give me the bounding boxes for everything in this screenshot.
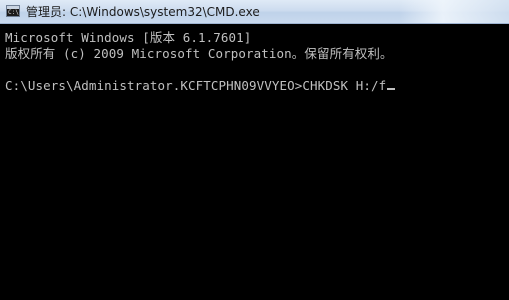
window-title: 管理员: C:\Windows\system32\CMD.exe <box>26 5 260 19</box>
console-line-version: Microsoft Windows [版本 6.1.7601] <box>5 30 252 45</box>
cmd-console-icon[interactable]: C:\ <box>6 5 20 17</box>
console-command: C:\Users\Administrator.KCFTCPHN09VVYEO>C… <box>5 78 387 93</box>
title-bar[interactable]: C:\ 管理员: C:\Windows\system32\CMD.exe <box>0 0 509 24</box>
text-cursor <box>387 88 396 90</box>
cmd-window: C:\ 管理员: C:\Windows\system32\CMD.exe Mic… <box>0 0 509 300</box>
console-output[interactable]: Microsoft Windows [版本 6.1.7601] 版权所有 (c)… <box>0 24 509 300</box>
console-prompt-line[interactable]: C:\Users\Administrator.KCFTCPHN09VVYEO>C… <box>5 78 509 94</box>
console-line-copyright: 版权所有 (c) 2009 Microsoft Corporation。保留所有… <box>5 46 393 61</box>
title-bar-glare <box>399 0 509 23</box>
